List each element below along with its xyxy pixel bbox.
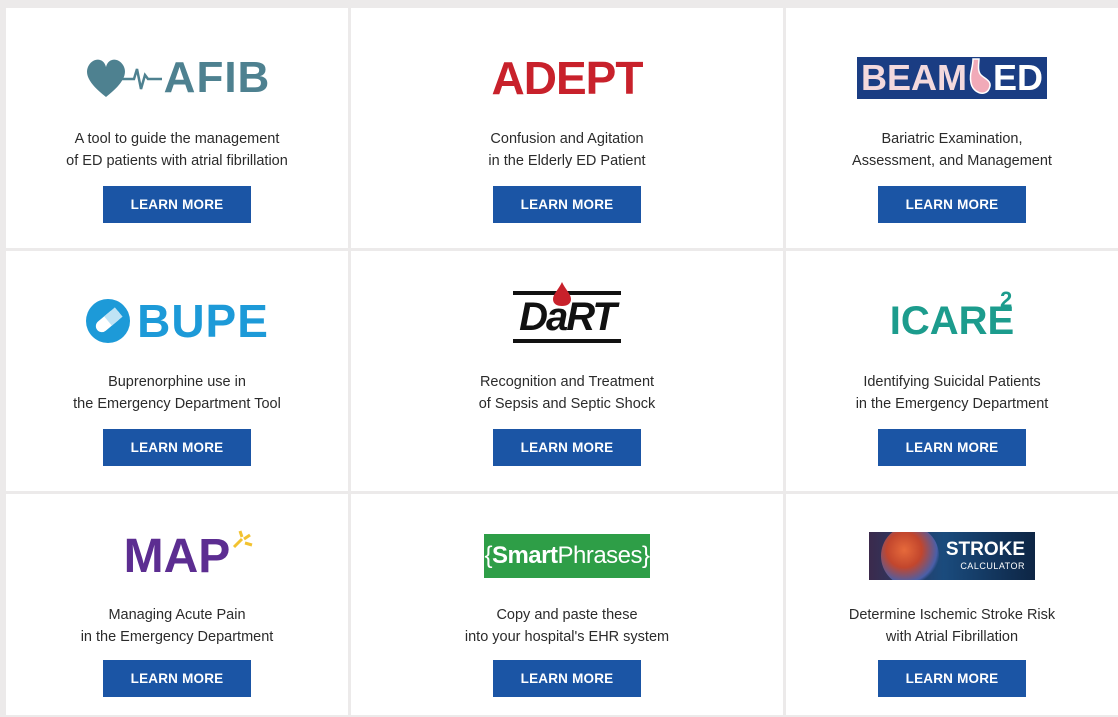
learn-more-button-map[interactable]: LEARN MORE [103,660,251,697]
learn-more-button-bupe[interactable]: LEARN MORE [103,429,251,466]
tool-card-afib: AFIB A tool to guide the management of E… [6,8,348,248]
pain-spark-icon [233,530,253,548]
dart-logo[interactable]: DaRT DETECT • ACT • REASSESS • TITRATE [351,281,783,361]
tool-card-map: MAP Managing Acute Pain in the Emergency… [6,494,348,715]
tool-card-beamed: BEAM ED Bariatric Examination, Assessmen… [786,8,1118,248]
pill-icon [86,299,131,343]
learn-more-button-afib[interactable]: LEARN MORE [103,186,251,223]
tool-card-adept: ADEPT Confusion and Agitation in the Eld… [351,8,783,248]
learn-more-button-dart[interactable]: LEARN MORE [493,429,641,466]
afib-description: A tool to guide the management of ED pat… [66,131,288,169]
learn-more-button-adept[interactable]: LEARN MORE [493,186,641,223]
tool-card-stroke-calculator: STROKE CALCULATOR Determine Ischemic Str… [786,494,1118,715]
map-logo[interactable]: MAP [6,516,348,596]
smartphrases-logo-part2: Phrases [557,542,643,569]
icare2-logo-superscript: 2 [999,286,1013,312]
dart-description: Recognition and Treatment of Sepsis and … [478,374,656,412]
adept-description: Confusion and Agitation in the Elderly E… [488,131,646,169]
icare2-description: Identifying Suicidal Patients in the Eme… [855,374,1049,412]
bupe-logo[interactable]: BUPE [6,281,348,361]
tools-grid: AFIB A tool to guide the management of E… [6,8,1118,717]
smartphrases-open-brace: { [484,542,492,569]
adept-logo-text: ADEPT [491,52,644,104]
beamed-logo-part2: ED [992,57,1043,98]
stroke-logo-part2: CALCULATOR [960,561,1025,571]
tool-card-smartphrases: {Smart Phrases} Copy and paste these into… [351,494,783,715]
blood-drop-icon [553,282,572,306]
afib-logo[interactable]: AFIB [6,38,348,118]
afib-logo-text: AFIB [163,53,271,102]
heart-ekg-icon [86,59,162,97]
learn-more-button-beamed[interactable]: LEARN MORE [878,186,1026,223]
map-description: Managing Acute Pain in the Emergency Dep… [80,607,274,645]
adept-logo[interactable]: ADEPT [351,38,783,118]
beamed-logo[interactable]: BEAM ED [786,38,1118,118]
beamed-logo-part1: BEAM [860,57,967,98]
brain-scan-icon [881,532,939,580]
bupe-logo-text: BUPE [137,295,269,347]
tool-card-bupe: BUPE Buprenorphine use in the Emergency … [6,251,348,491]
smartphrases-description: Copy and paste these into your hospital'… [464,607,670,645]
stomach-icon [969,58,991,94]
learn-more-button-stroke-calculator[interactable]: LEARN MORE [878,660,1026,697]
tool-card-icare2: ICARE 2 Identifying Suicidal Patients in … [786,251,1118,491]
smartphrases-logo[interactable]: {Smart Phrases} [351,516,783,596]
beamed-description: Bariatric Examination, Assessment, and M… [852,131,1052,169]
icare2-logo-text: ICARE [889,298,1015,343]
bupe-description: Buprenorphine use in the Emergency Depar… [73,374,281,412]
learn-more-button-smartphrases[interactable]: LEARN MORE [493,660,641,697]
learn-more-button-icare2[interactable]: LEARN MORE [878,429,1026,466]
map-logo-text: MAP [123,529,231,583]
tool-card-dart: DaRT DETECT • ACT • REASSESS • TITRATE R… [351,251,783,491]
stroke-calculator-logo[interactable]: STROKE CALCULATOR [786,516,1118,596]
smartphrases-close-brace: } [642,542,650,569]
stroke-calculator-description: Determine Ischemic Stroke Risk with Atri… [848,607,1056,645]
stroke-logo-part1: STROKE [945,539,1025,560]
smartphrases-logo-part1: Smart [491,542,558,569]
icare2-logo[interactable]: ICARE 2 [786,281,1118,361]
